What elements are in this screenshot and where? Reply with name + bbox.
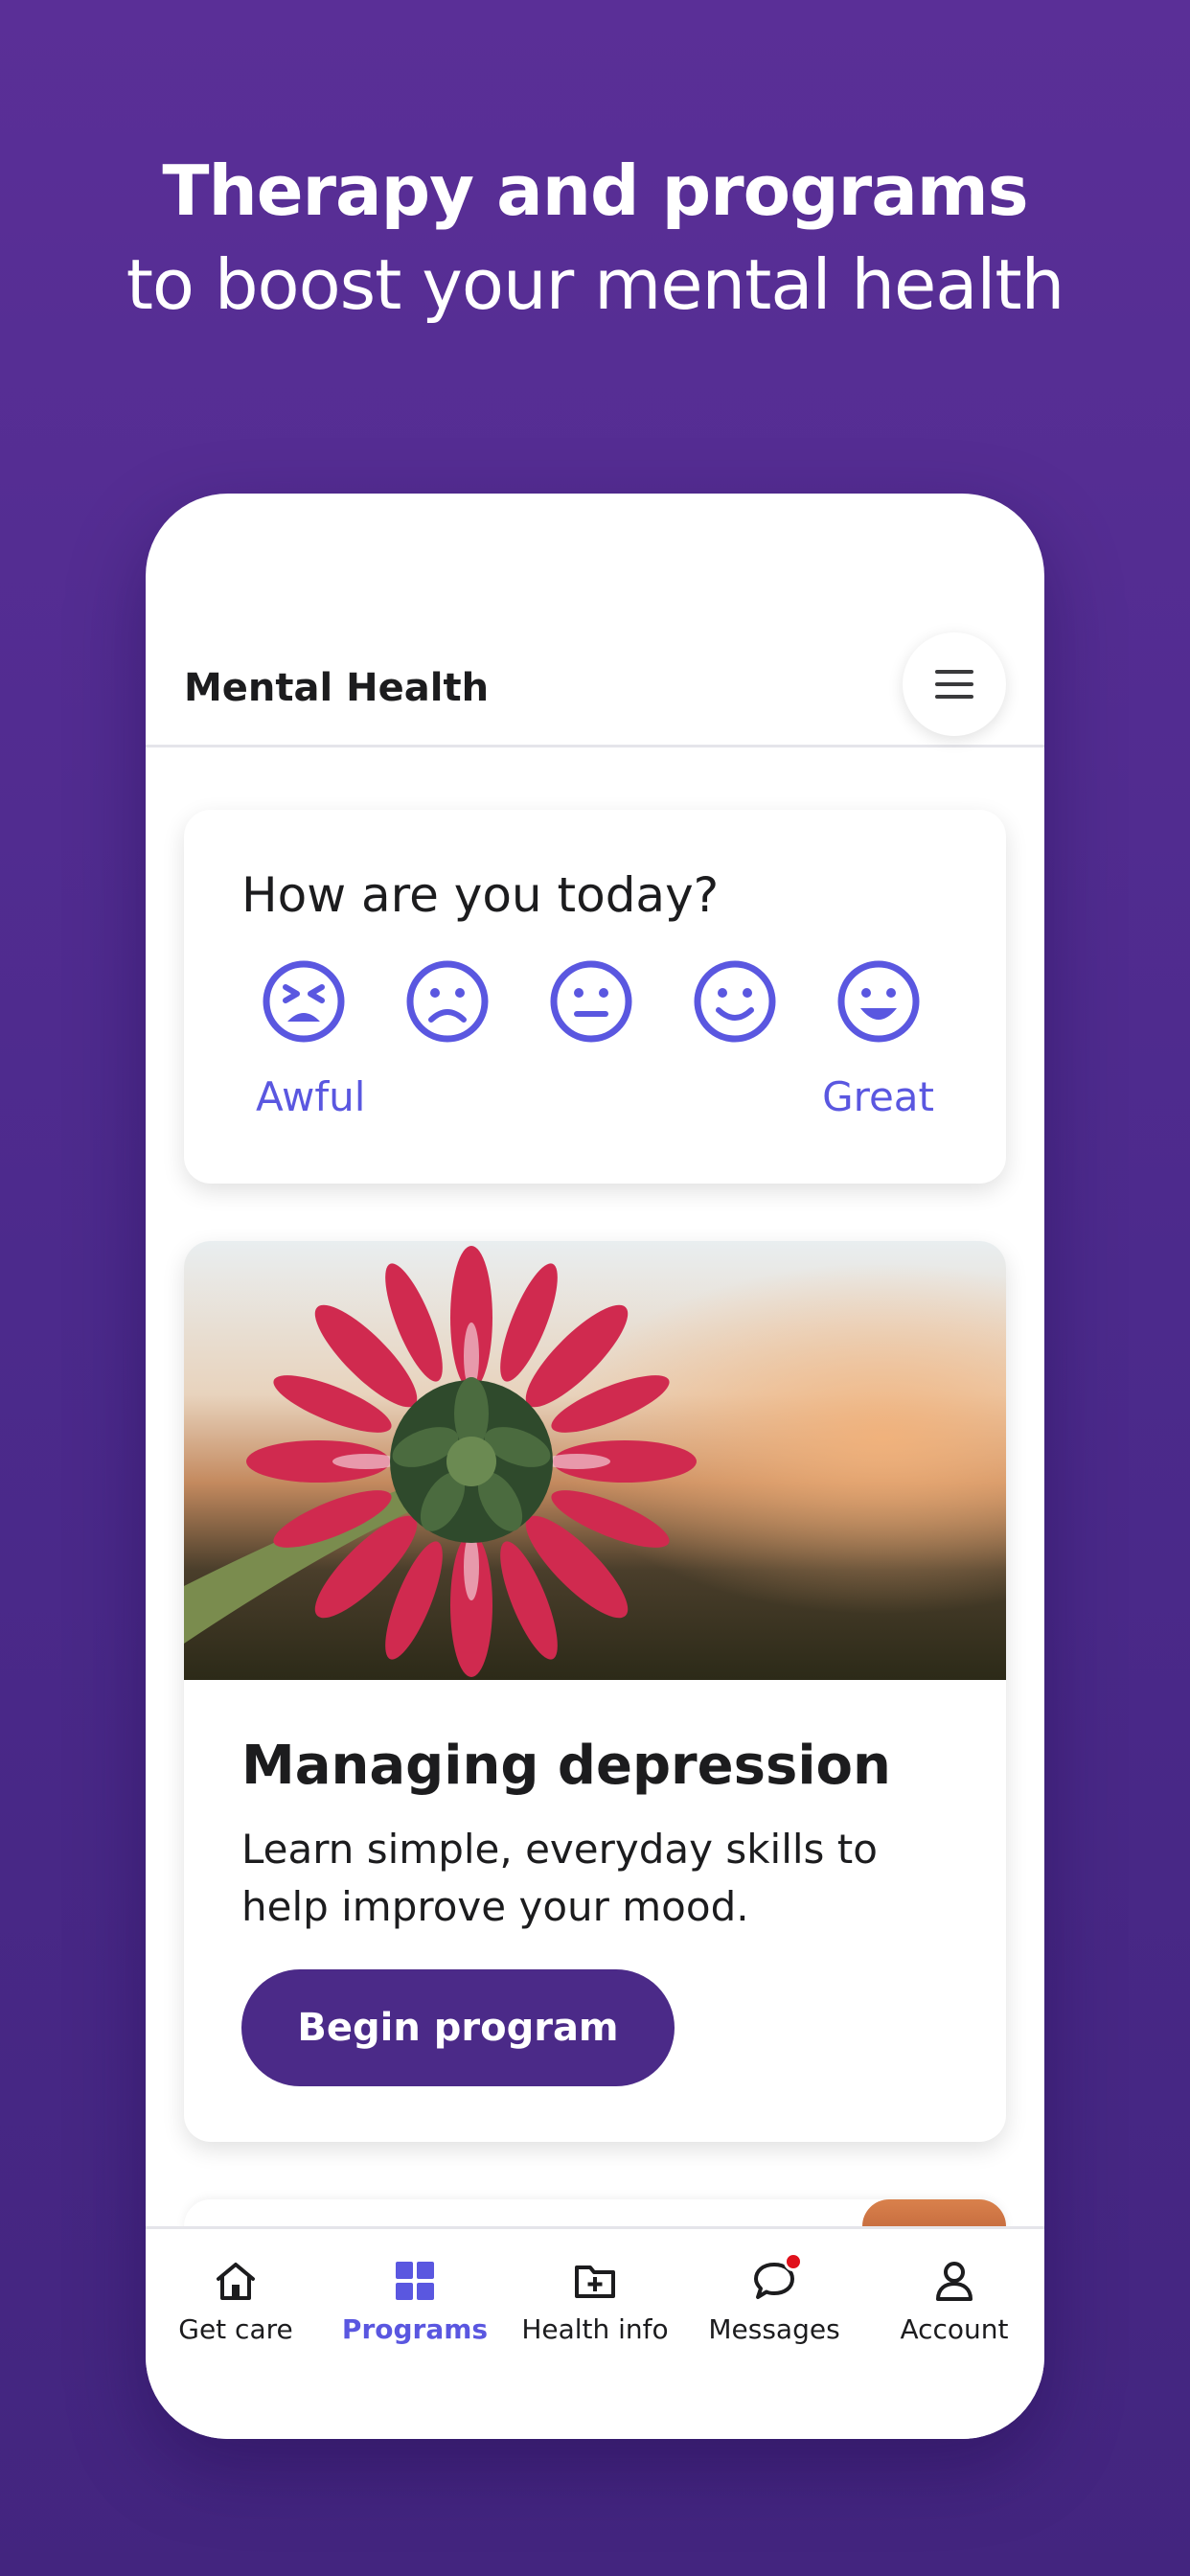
mood-low-label: Awful bbox=[256, 1073, 366, 1120]
tab-label: Account bbox=[900, 2313, 1009, 2345]
grinning-face-icon[interactable] bbox=[835, 958, 922, 1045]
slightly-smiling-face-icon[interactable] bbox=[692, 958, 778, 1045]
hero: Therapy and programs to boost your menta… bbox=[0, 144, 1190, 332]
tab-get-care[interactable]: Get care bbox=[146, 2229, 326, 2373]
tab-label: Health info bbox=[521, 2313, 669, 2345]
frowning-face-icon[interactable] bbox=[404, 958, 491, 1045]
mood-check-card: How are you today? Awful Great bbox=[184, 810, 1006, 1184]
program-description: Learn simple, everyday skills to help im… bbox=[241, 1826, 878, 1930]
daisy-photo bbox=[184, 1241, 1006, 1680]
home-icon bbox=[213, 2258, 259, 2304]
app-header: Mental Health bbox=[146, 632, 1044, 748]
begin-program-button[interactable]: Begin program bbox=[241, 1969, 675, 2086]
tired-face-icon[interactable] bbox=[261, 958, 347, 1045]
tab-messages[interactable]: Messages bbox=[684, 2229, 864, 2373]
tab-health-info[interactable]: Health info bbox=[505, 2229, 685, 2373]
tab-account[interactable]: Account bbox=[864, 2229, 1044, 2373]
unread-badge bbox=[784, 2252, 803, 2271]
tab-bar: Get care Programs Health info Messages A… bbox=[146, 2226, 1044, 2439]
mood-question: How are you today? bbox=[241, 867, 720, 923]
hero-title: Therapy and programs bbox=[162, 150, 1028, 231]
neutral-face-icon[interactable] bbox=[548, 958, 634, 1045]
page-title: Mental Health bbox=[184, 666, 490, 710]
mood-high-label: Great bbox=[822, 1073, 934, 1120]
program-card[interactable]: Managing depression Learn simple, everyd… bbox=[184, 1241, 1006, 2142]
program-title: Managing depression bbox=[241, 1735, 891, 1797]
grid-icon bbox=[392, 2258, 438, 2304]
person-icon bbox=[931, 2258, 977, 2304]
tab-label: Messages bbox=[708, 2313, 840, 2345]
chat-bubble-icon bbox=[751, 2252, 803, 2304]
mood-faces bbox=[261, 958, 931, 1045]
hero-subtitle: to boost your mental health bbox=[126, 244, 1065, 325]
tab-label: Get care bbox=[178, 2313, 293, 2345]
tab-label: Programs bbox=[341, 2313, 489, 2345]
hamburger-menu-icon bbox=[935, 670, 973, 699]
tab-programs[interactable]: Programs bbox=[325, 2229, 505, 2373]
menu-button[interactable] bbox=[903, 632, 1006, 736]
folder-plus-icon bbox=[572, 2258, 618, 2304]
phone-screen: Mental Health How are you today? Awful G… bbox=[146, 494, 1044, 2439]
